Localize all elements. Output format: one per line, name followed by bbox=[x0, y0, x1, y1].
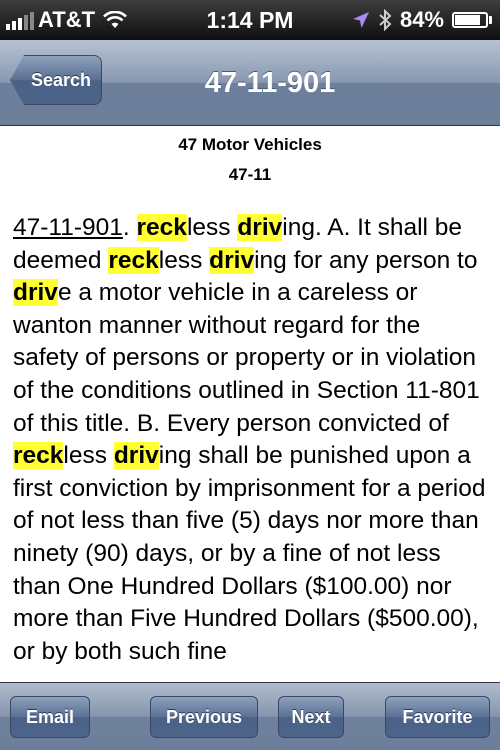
body-text-segment: less bbox=[63, 442, 114, 470]
location-arrow-icon bbox=[352, 11, 370, 29]
next-button[interactable]: Next bbox=[278, 696, 344, 738]
battery-icon bbox=[452, 12, 492, 28]
search-highlight: driv bbox=[113, 442, 159, 470]
statute-body-text: 47-11-901. reckless driving. A. It shall… bbox=[13, 212, 488, 668]
search-highlight: reck bbox=[136, 214, 187, 241]
bottom-toolbar: Email Previous Next Favorite bbox=[0, 682, 500, 750]
section-number: 47-11-901 bbox=[13, 214, 123, 241]
bluetooth-icon bbox=[378, 9, 392, 31]
search-highlight: driv bbox=[209, 246, 255, 274]
email-button[interactable]: Email bbox=[10, 696, 90, 738]
search-highlight: reck bbox=[13, 442, 64, 470]
search-highlight: driv bbox=[13, 279, 58, 307]
favorite-button[interactable]: Favorite bbox=[385, 696, 490, 738]
previous-button[interactable]: Previous bbox=[150, 696, 258, 738]
body-text-segment: less bbox=[186, 214, 238, 241]
body-text-segment: e a motor vehicle in a careless or wanto… bbox=[13, 279, 480, 437]
search-highlight: reck bbox=[108, 246, 159, 274]
battery-percent: 84% bbox=[399, 7, 444, 32]
heading-chapter: 47 Motor Vehicles bbox=[178, 135, 322, 154]
status-right: 84% bbox=[352, 0, 492, 40]
body-text-segment: ing for any person to bbox=[254, 246, 478, 274]
back-search-button[interactable]: Search bbox=[10, 55, 102, 105]
heading-section: 47-11 bbox=[228, 165, 272, 184]
navigation-bar: Search 47-11-901 bbox=[0, 40, 500, 126]
body-text-segment: ing shall be punished upon a first convi… bbox=[13, 442, 486, 665]
search-highlight: driv bbox=[237, 214, 283, 241]
status-bar: AT&T 1:14 PM 84% bbox=[0, 0, 500, 40]
nav-title: 47-11-901 bbox=[204, 66, 336, 99]
body-text-segment: less bbox=[158, 246, 210, 274]
body-text-segment: . bbox=[122, 214, 137, 241]
statute-content[interactable]: 47 Motor Vehicles 47-11 47-11-901. reckl… bbox=[0, 126, 500, 682]
